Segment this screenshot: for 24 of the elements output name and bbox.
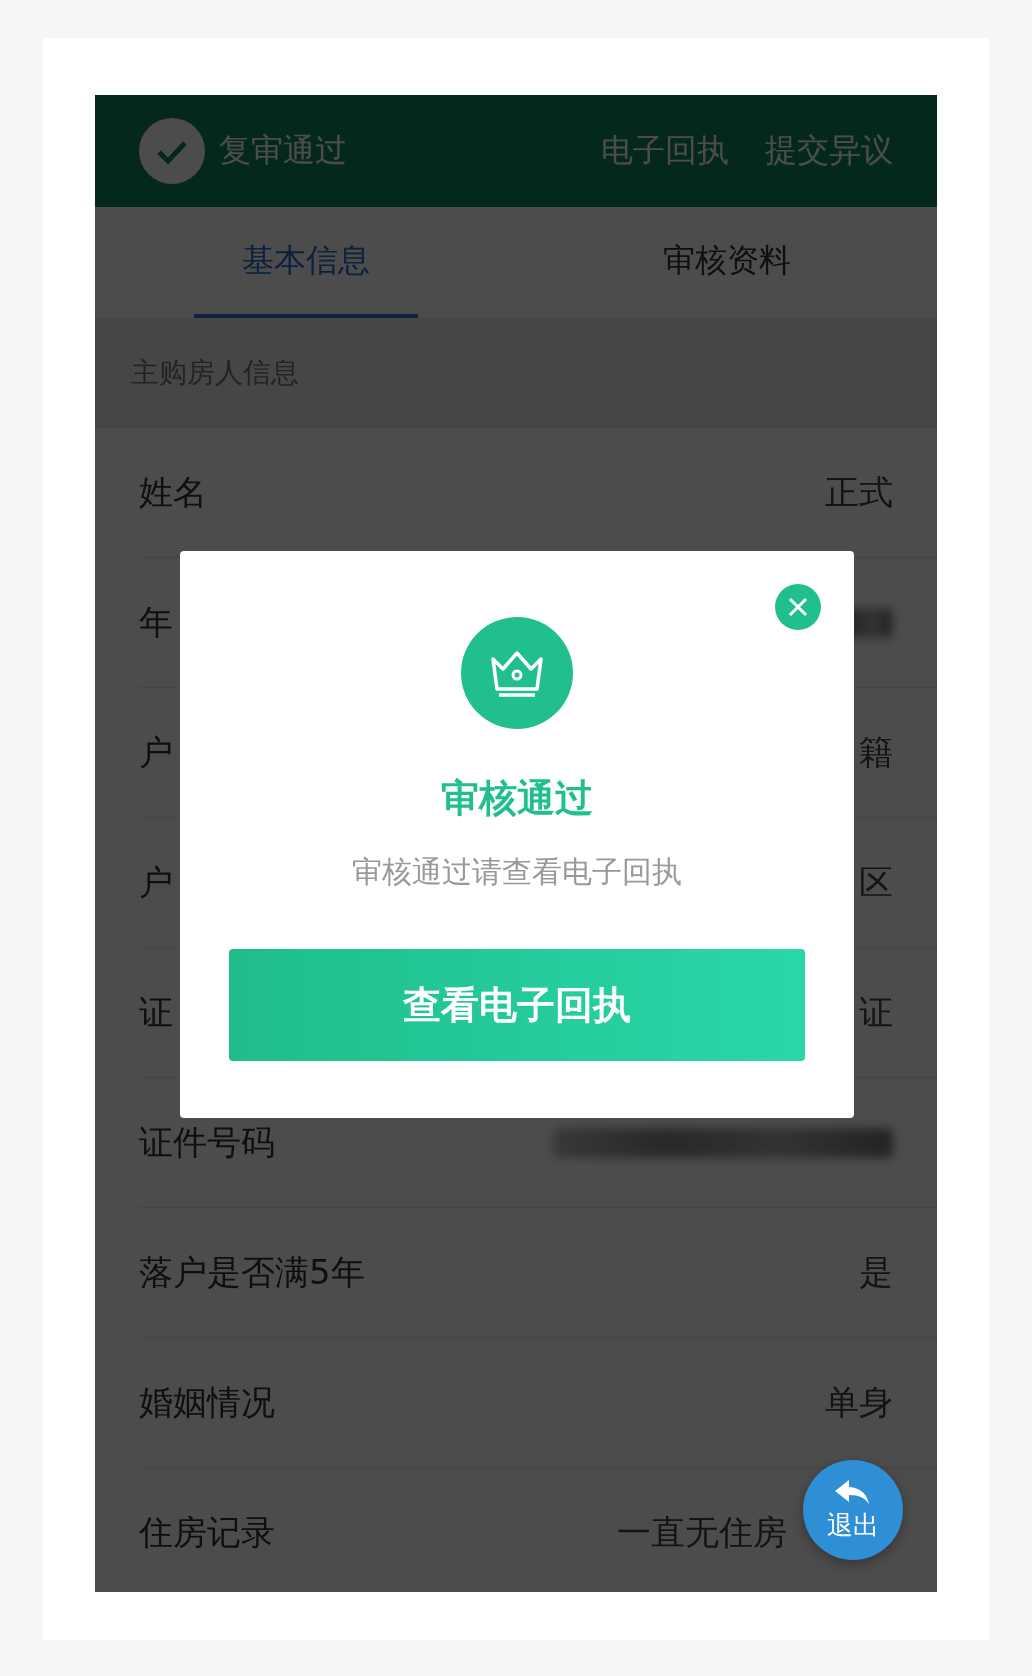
row-value: 是	[859, 1251, 893, 1294]
tab[interactable]: 审核资料	[614, 207, 839, 318]
row-label: 户	[139, 731, 173, 774]
status-title: 复审通过	[219, 130, 347, 171]
row-value: 单身	[825, 1381, 893, 1424]
row-value: 区	[859, 861, 893, 904]
row-value: 证	[859, 991, 893, 1034]
row-label: 住房记录	[139, 1511, 275, 1554]
row-label: 姓名	[139, 471, 207, 514]
row-value: 正式	[825, 471, 893, 514]
dialog-title: 审核通过	[441, 775, 593, 822]
row-value: 籍	[859, 731, 893, 774]
row-label: 证件号码	[139, 1121, 275, 1164]
close-button[interactable]	[775, 584, 821, 630]
crown-icon	[461, 617, 573, 729]
row-label: 年	[139, 601, 173, 644]
dialog-message: 审核通过请查看电子回执	[352, 853, 682, 891]
row-value: 一直无住房	[617, 1511, 787, 1554]
row-label: 证	[139, 991, 173, 1034]
row-label: 户	[139, 861, 173, 904]
close-icon	[787, 596, 809, 618]
view-receipt-button[interactable]: 查看电子回执	[229, 949, 805, 1061]
row-label: 婚姻情况	[139, 1381, 275, 1424]
row-label: 落户是否满5年	[139, 1251, 365, 1294]
